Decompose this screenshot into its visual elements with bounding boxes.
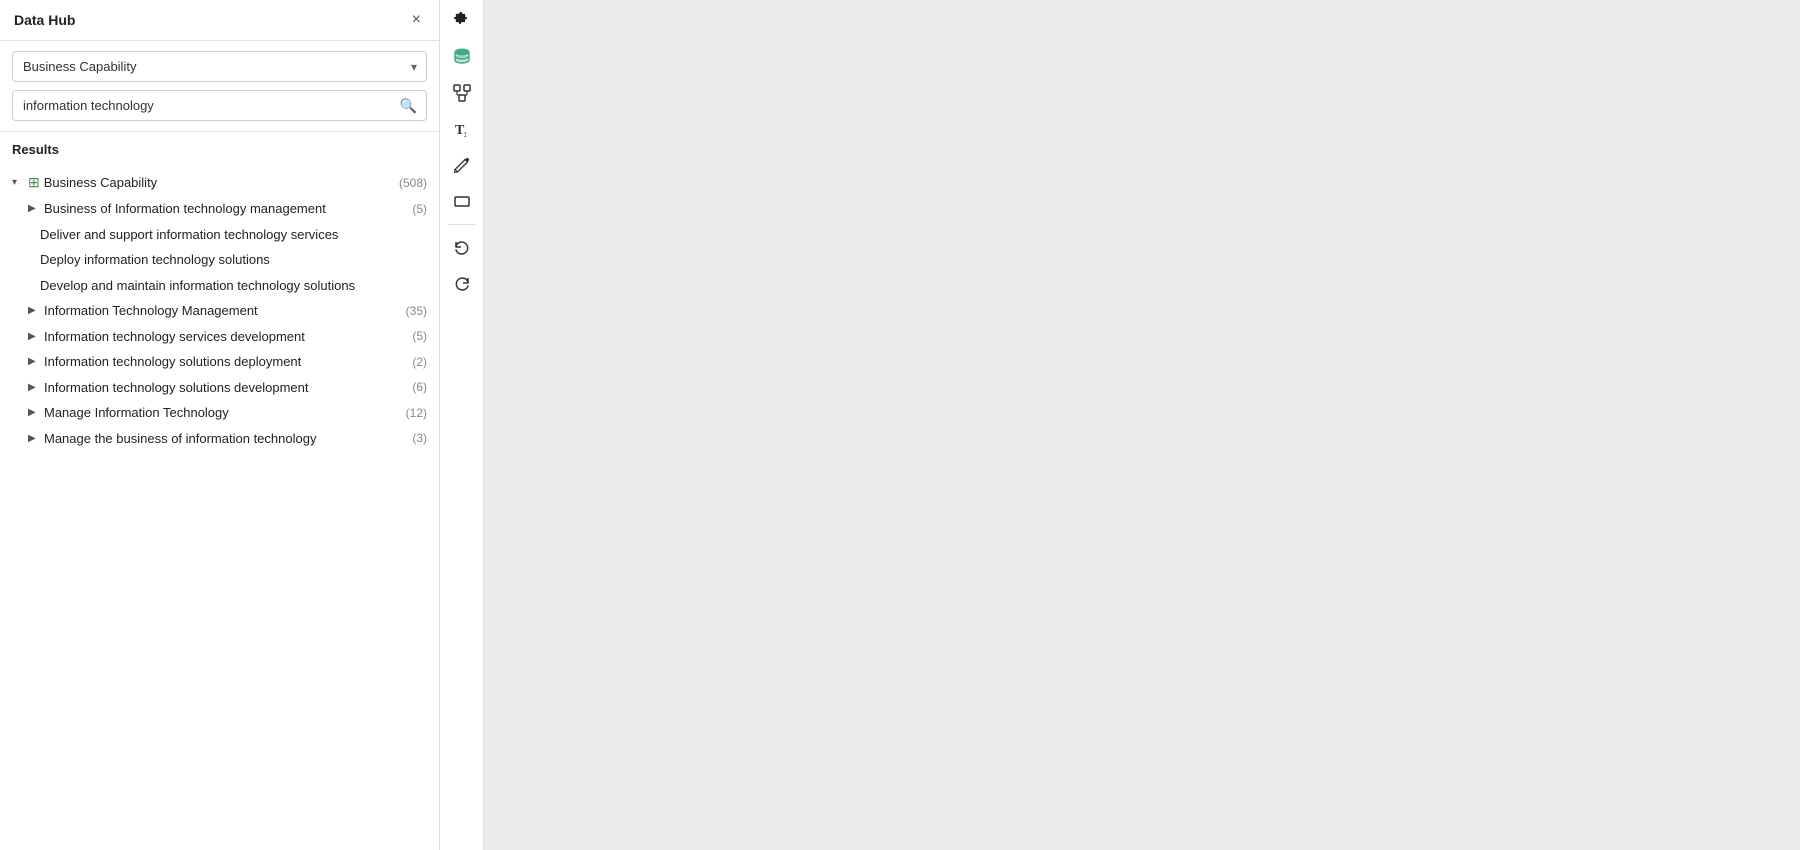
type-dropdown-wrapper: Business Capability Data Object Applicat… (12, 51, 427, 82)
itsd-count: (5) (412, 327, 427, 345)
close-button[interactable]: × (408, 10, 425, 30)
pencil-icon (452, 155, 472, 175)
tree-item-itsoldepl[interactable]: ▶ Information technology solutions deplo… (0, 349, 439, 375)
manit-expand-icon: ▶ (28, 405, 40, 420)
tree-item-bizit[interactable]: ▶ Business of Information technology man… (0, 196, 439, 222)
puzzle-icon-button[interactable] (443, 4, 481, 38)
itm-label: Information Technology Management (44, 301, 258, 321)
puzzle-icon (452, 11, 472, 31)
tree-item-deliver[interactable]: Deliver and support information technolo… (0, 222, 439, 248)
itm-count: (35) (406, 302, 427, 320)
tree-root-item-left: ▾ ⊞ Business Capability (12, 172, 391, 193)
panel-controls: Business Capability Data Object Applicat… (0, 41, 439, 132)
frame-icon-button[interactable] (443, 184, 481, 218)
tree-item-itsoldev-left: ▶ Information technology solutions devel… (28, 378, 404, 398)
deliver-label: Deliver and support information technolo… (40, 225, 338, 245)
itsoldev-label: Information technology solutions develop… (44, 378, 309, 398)
toolbar: T ↕ (440, 0, 484, 850)
manit-label: Manage Information Technology (44, 403, 229, 423)
redo-icon-button[interactable] (443, 267, 481, 301)
text-icon-button[interactable]: T ↕ (443, 112, 481, 146)
diagram-icon (452, 83, 472, 103)
bizit-label: Business of Information technology manag… (44, 199, 326, 219)
results-section: Results (0, 132, 439, 169)
itsoldepl-expand-icon: ▶ (28, 354, 40, 369)
undo-icon-button[interactable] (443, 231, 481, 265)
tree-item-deliver-left: Deliver and support information technolo… (40, 225, 427, 245)
itsoldev-expand-icon: ▶ (28, 380, 40, 395)
manbit-count: (3) (412, 429, 427, 447)
tree-item-itsoldev[interactable]: ▶ Information technology solutions devel… (0, 375, 439, 401)
tree-item-deploy-left: Deploy information technology solutions (40, 250, 427, 270)
left-panel: Data Hub × Business Capability Data Obje… (0, 0, 440, 850)
svg-text:↕: ↕ (463, 129, 468, 139)
search-input[interactable] (12, 90, 427, 121)
database-icon (452, 47, 472, 67)
results-list: ▾ ⊞ Business Capability (508) ▶ Business… (0, 169, 439, 850)
main-canvas[interactable] (484, 0, 1800, 850)
redo-icon (452, 274, 472, 294)
deploy-label: Deploy information technology solutions (40, 250, 270, 270)
panel-title: Data Hub (14, 12, 75, 28)
tree-item-manbit-left: ▶ Manage the business of information tec… (28, 429, 404, 449)
tree-item-itsoldepl-left: ▶ Information technology solutions deplo… (28, 352, 404, 372)
tree-item-manit-left: ▶ Manage Information Technology (28, 403, 398, 423)
itsoldepl-label: Information technology solutions deploym… (44, 352, 301, 372)
tree-item-manit[interactable]: ▶ Manage Information Technology (12) (0, 400, 439, 426)
itsoldev-count: (6) (412, 378, 427, 396)
root-label: Business Capability (44, 173, 157, 193)
root-count: (508) (399, 174, 427, 192)
tree-item-itm-left: ▶ Information Technology Management (28, 301, 398, 321)
frame-icon (452, 191, 472, 211)
tree-item-deploy[interactable]: Deploy information technology solutions (0, 247, 439, 273)
results-label: Results (12, 142, 427, 157)
develop-label: Develop and maintain information technol… (40, 276, 355, 296)
tree-item-itsd-left: ▶ Information technology services develo… (28, 327, 404, 347)
itsd-label: Information technology services developm… (44, 327, 305, 347)
tree-item-itsd[interactable]: ▶ Information technology services develo… (0, 324, 439, 350)
tree-item-bizit-left: ▶ Business of Information technology man… (28, 199, 404, 219)
bizit-count: (5) (412, 200, 427, 218)
tree-root-item[interactable]: ▾ ⊞ Business Capability (508) (0, 169, 439, 196)
root-expand-icon: ▾ (12, 175, 24, 190)
tree-item-develop-left: Develop and maintain information technol… (40, 276, 427, 296)
undo-icon (452, 238, 472, 258)
capability-icon: ⊞ (28, 172, 40, 193)
itm-expand-icon: ▶ (28, 303, 40, 318)
itsd-expand-icon: ▶ (28, 329, 40, 344)
itsoldepl-count: (2) (412, 353, 427, 371)
pencil-icon-button[interactable] (443, 148, 481, 182)
toolbar-divider (448, 224, 476, 225)
tree-item-develop[interactable]: Develop and maintain information technol… (0, 273, 439, 299)
database-icon-button[interactable] (443, 40, 481, 74)
diagram-icon-button[interactable] (443, 76, 481, 110)
bizit-expand-icon: ▶ (28, 201, 40, 216)
search-wrapper: 🔍 (12, 90, 427, 121)
type-dropdown[interactable]: Business Capability Data Object Applicat… (12, 51, 427, 82)
tree-item-itm[interactable]: ▶ Information Technology Management (35) (0, 298, 439, 324)
manbit-expand-icon: ▶ (28, 431, 40, 446)
text-icon: T ↕ (452, 119, 472, 139)
manit-count: (12) (406, 404, 427, 422)
tree-item-manbit[interactable]: ▶ Manage the business of information tec… (0, 426, 439, 452)
manbit-label: Manage the business of information techn… (44, 429, 316, 449)
panel-header: Data Hub × (0, 0, 439, 41)
